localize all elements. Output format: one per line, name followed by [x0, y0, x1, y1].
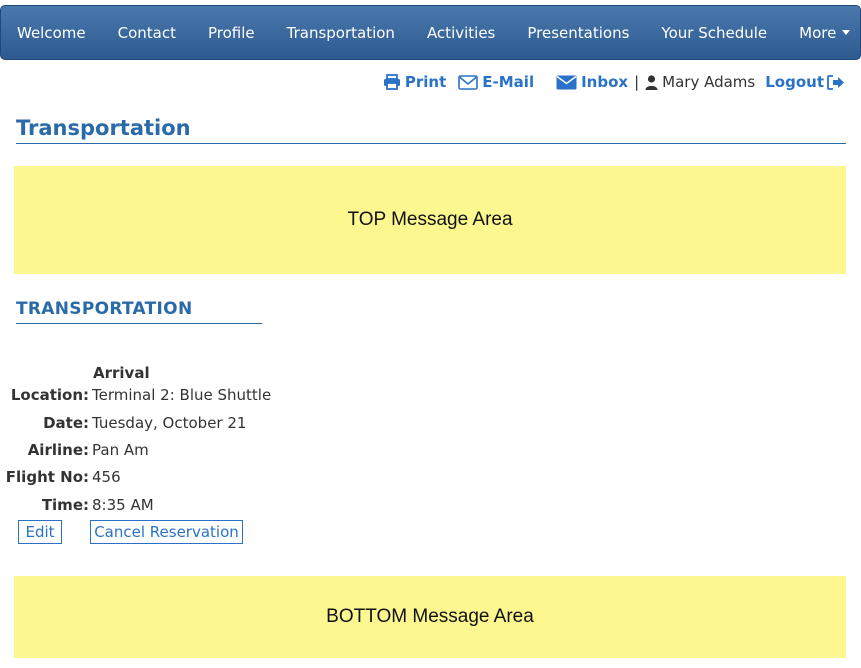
detail-row-location: Location: Terminal 2: Blue Shuttle — [0, 386, 300, 404]
detail-value: Terminal 2: Blue Shuttle — [92, 386, 272, 404]
section-title: TRANSPORTATION — [16, 299, 262, 324]
email-link[interactable]: E-Mail — [458, 73, 534, 91]
detail-value: 456 — [92, 468, 121, 486]
nav-profile[interactable]: Profile — [192, 6, 271, 59]
utility-bar: Print E-Mail Inbox | Mary Adams Logout — [371, 70, 845, 94]
detail-value: Pan Am — [92, 441, 149, 459]
nav-transportation[interactable]: Transportation — [271, 6, 411, 59]
top-message-area: TOP Message Area — [14, 166, 846, 274]
print-icon — [383, 74, 400, 90]
nav-contact[interactable]: Contact — [102, 6, 192, 59]
cancel-reservation-button[interactable]: Cancel Reservation — [90, 520, 243, 544]
nav-more-dropdown[interactable]: More — [783, 6, 861, 59]
print-link[interactable]: Print — [383, 73, 446, 91]
nav-welcome[interactable]: Welcome — [1, 6, 102, 59]
envelope-outline-icon — [458, 74, 479, 90]
logout-link[interactable]: Logout — [765, 73, 845, 91]
utility-separator: | — [634, 73, 640, 91]
detail-label: Location: — [10, 386, 89, 404]
caret-down-icon — [842, 30, 851, 35]
detail-value: Tuesday, October 21 — [92, 414, 247, 432]
detail-value: 8:35 AM — [92, 496, 154, 514]
email-label: E-Mail — [482, 73, 535, 91]
detail-row-date: Date: Tuesday, October 21 — [0, 414, 300, 432]
user-icon — [645, 74, 658, 90]
logout-label: Logout — [765, 73, 824, 91]
detail-row-time: Time: 8:35 AM — [0, 496, 300, 514]
bottom-message-area: BOTTOM Message Area — [14, 576, 846, 658]
sign-out-icon — [827, 74, 844, 90]
nav-activities[interactable]: Activities — [411, 6, 511, 59]
detail-label: Date: — [43, 414, 89, 432]
bottom-message-text: BOTTOM Message Area — [326, 606, 534, 627]
edit-button[interactable]: Edit — [18, 520, 62, 544]
detail-row-airline: Airline: Pan Am — [0, 441, 300, 459]
user-name: Mary Adams — [662, 73, 756, 91]
arrival-heading: Arrival — [93, 364, 150, 382]
current-user: Mary Adams — [645, 73, 755, 91]
print-label: Print — [404, 73, 447, 91]
nav-your-schedule[interactable]: Your Schedule — [645, 6, 783, 59]
main-navbar: Welcome Contact Profile Transportation A… — [0, 5, 861, 60]
inbox-label: Inbox — [581, 73, 629, 91]
page-title: Transportation — [16, 116, 846, 144]
detail-row-flight-no: Flight No: 456 — [0, 468, 300, 486]
envelope-icon — [556, 75, 577, 89]
detail-label: Airline: — [27, 441, 89, 459]
inbox-link[interactable]: Inbox — [556, 73, 628, 91]
detail-label: Flight No: — [5, 468, 89, 486]
top-message-text: TOP Message Area — [347, 209, 513, 230]
nav-presentations[interactable]: Presentations — [511, 6, 645, 59]
nav-more-label: More — [799, 23, 837, 42]
detail-label: Time: — [41, 496, 89, 514]
